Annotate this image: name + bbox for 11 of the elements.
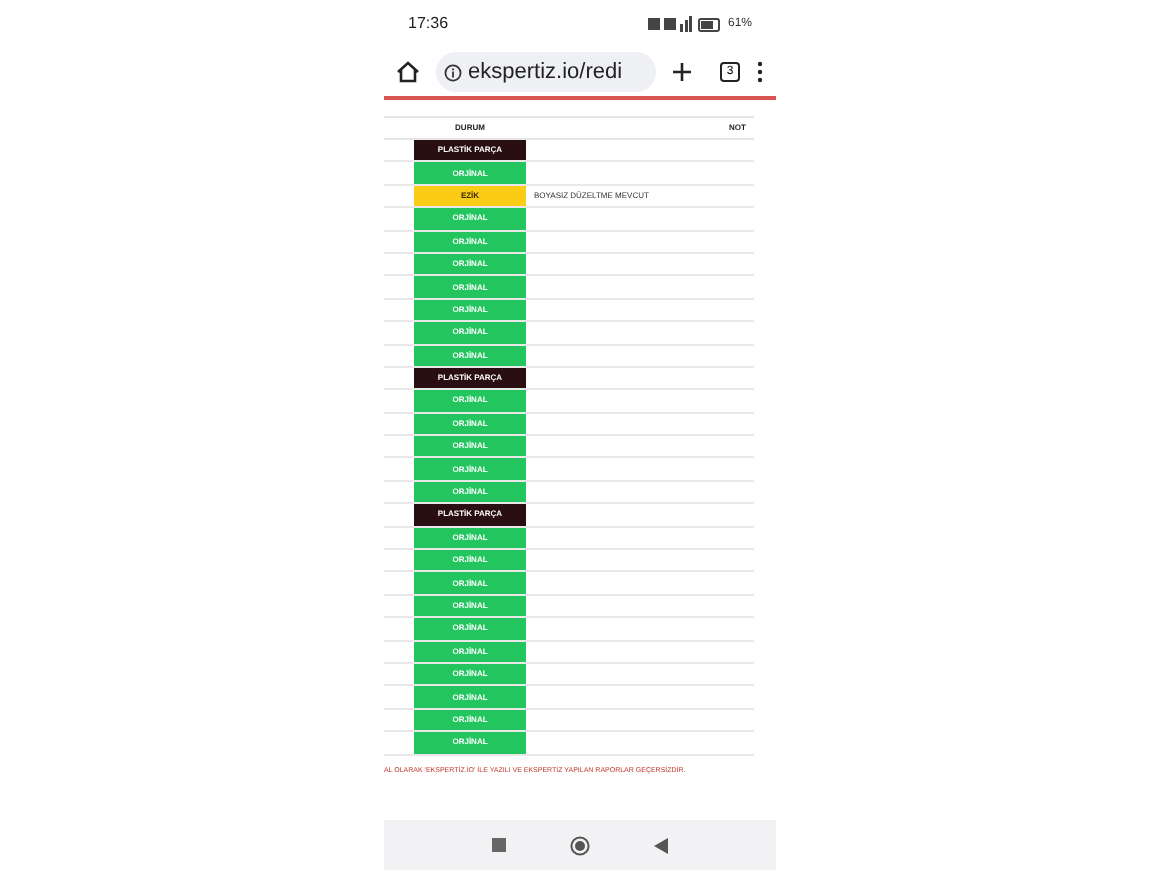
battery-icon bbox=[697, 17, 722, 31]
menu-icon[interactable] bbox=[756, 60, 764, 84]
url-text: ekspertiz.io/redi bbox=[468, 57, 623, 88]
signal-icon bbox=[647, 16, 692, 32]
home-button-icon[interactable] bbox=[570, 835, 590, 855]
status-time: 17:36 bbox=[408, 12, 449, 36]
home-icon[interactable] bbox=[396, 60, 420, 84]
back-icon[interactable] bbox=[654, 837, 668, 853]
plus-icon[interactable] bbox=[672, 62, 692, 82]
info-icon bbox=[444, 63, 462, 81]
address-bar[interactable]: ekspertiz.io/redi bbox=[436, 52, 656, 92]
